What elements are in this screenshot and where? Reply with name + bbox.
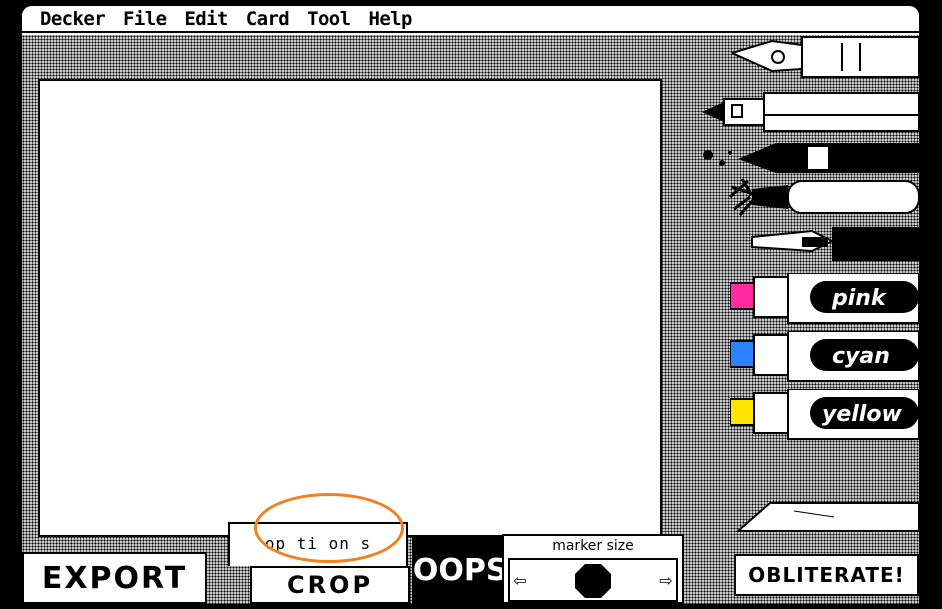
cyan-marker[interactable]: cyan (730, 331, 919, 385)
crop-label: CROP (286, 571, 374, 599)
decker-window: Decker File Edit Card Tool Help pink cya… (22, 6, 919, 604)
menu-file[interactable]: File (123, 8, 167, 30)
options-highlight-circle (254, 493, 404, 563)
pink-marker-label: pink (831, 286, 887, 311)
drawing-canvas[interactable] (38, 79, 662, 537)
obliterate-label: OBLITERATE! (748, 563, 905, 587)
cyan-marker-label: cyan (832, 344, 890, 369)
menu-edit[interactable]: Edit (184, 8, 228, 30)
pink-marker[interactable]: pink (730, 273, 919, 327)
yellow-marker[interactable]: yellow (730, 389, 919, 443)
export-button[interactable]: EXPORT (22, 552, 207, 604)
yellow-marker-label: yellow (822, 402, 902, 427)
crop-button[interactable]: CROP (250, 566, 410, 604)
marker-size-title: marker size (552, 538, 634, 554)
export-label: EXPORT (41, 560, 188, 596)
dithered-background: pink cyan yellow (22, 35, 919, 604)
paint-brush-icon[interactable] (728, 175, 919, 219)
marker-size-selector: ⇦ ⇨ (508, 558, 678, 602)
fineliner-pen-icon[interactable] (702, 87, 919, 137)
ink-brush-icon[interactable] (698, 135, 919, 179)
menu-card[interactable]: Card (246, 8, 290, 30)
obliterate-button[interactable]: OBLITERATE! (734, 554, 919, 596)
menu-help[interactable]: Help (368, 8, 412, 30)
menu-tool[interactable]: Tool (307, 8, 351, 30)
marker-size-preview-icon (575, 564, 611, 598)
marker-size-panel: marker size ⇦ ⇨ (502, 534, 684, 604)
menu-bar: Decker File Edit Card Tool Help (22, 6, 919, 33)
fountain-pen-icon[interactable] (732, 35, 919, 87)
increase-size-arrow-icon[interactable]: ⇨ (658, 568, 674, 592)
eraser-icon[interactable] (734, 497, 919, 541)
decrease-size-arrow-icon[interactable]: ⇦ (512, 568, 528, 592)
menu-decker[interactable]: Decker (40, 8, 106, 30)
airbrush-icon[interactable] (682, 217, 919, 275)
